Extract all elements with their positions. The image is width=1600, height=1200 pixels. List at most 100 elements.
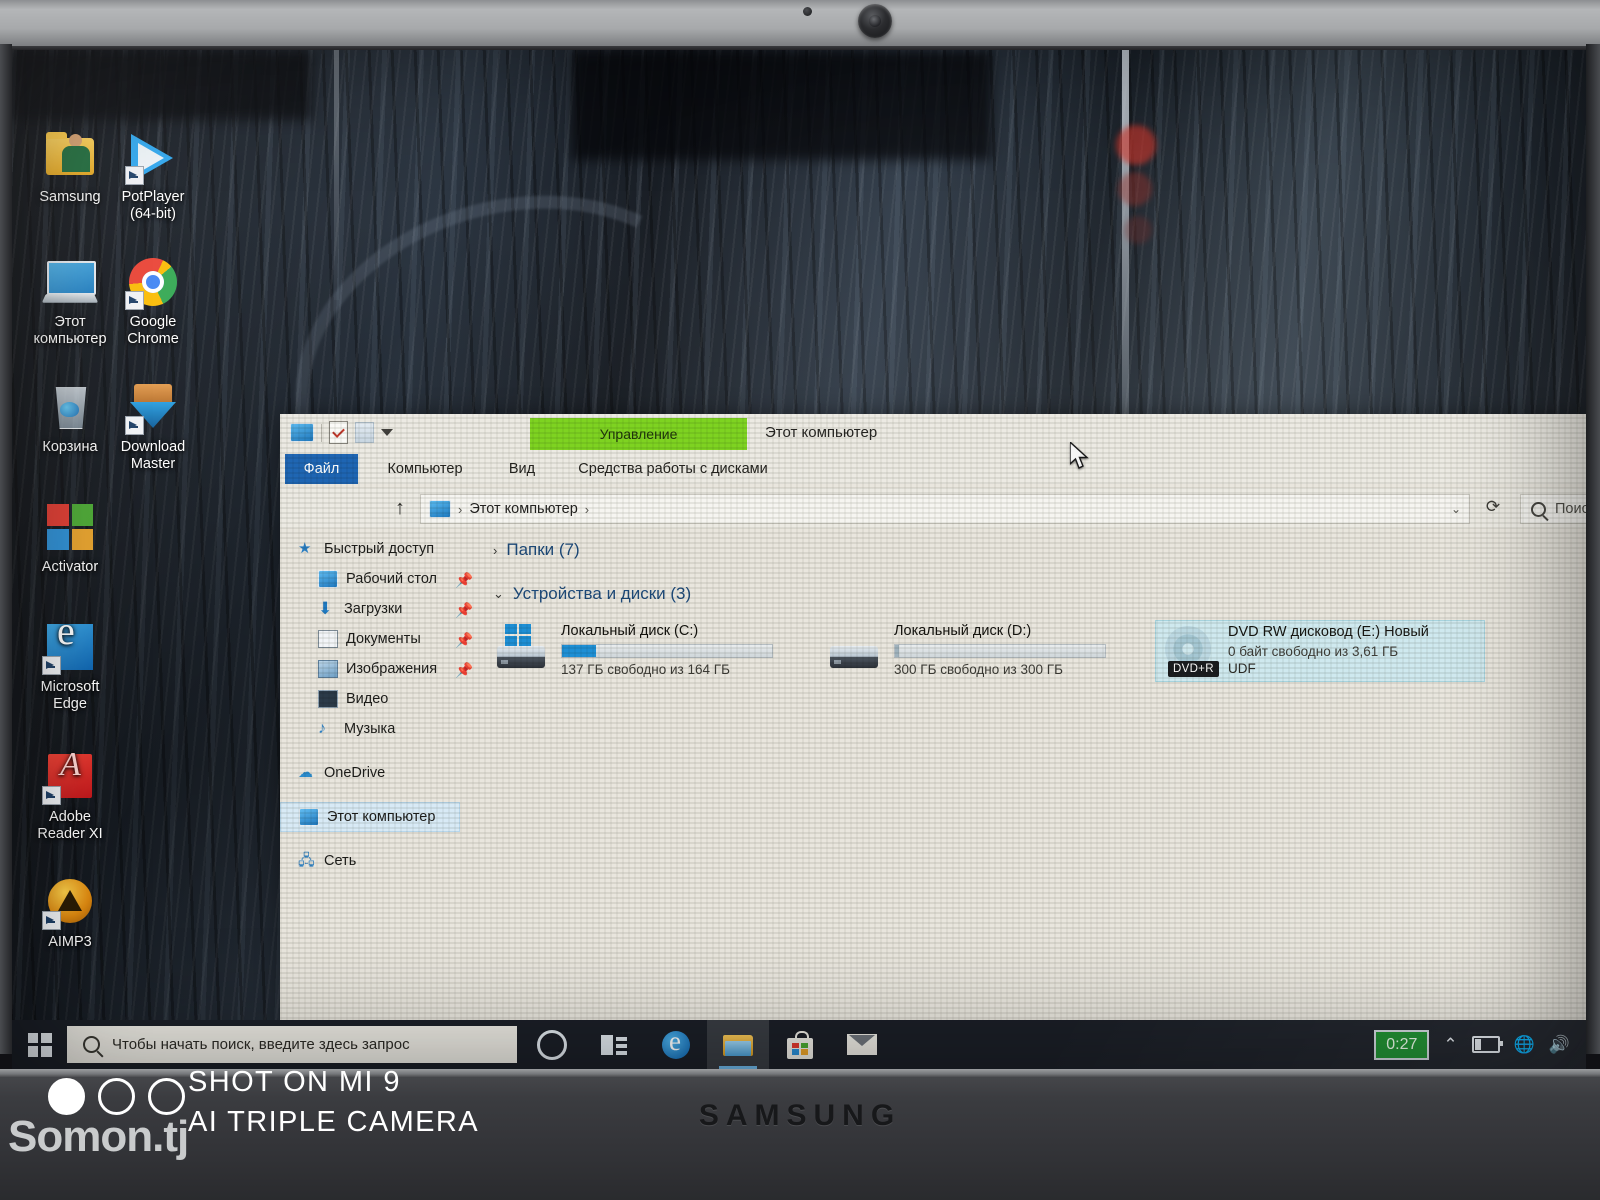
group-header-folders[interactable]: › Папки (7)	[485, 534, 1586, 566]
sidebar-item-label: Музыка	[344, 721, 396, 737]
edge-icon	[662, 1026, 690, 1059]
desktop-icon-label: Adobe	[49, 809, 91, 825]
downloads-icon: ⬇	[318, 599, 333, 618]
taskbar-store-button[interactable]	[769, 1020, 831, 1069]
pin-icon[interactable]: 📌	[455, 662, 473, 679]
desktop-icon-chrome[interactable]: Google Chrome	[100, 255, 206, 348]
taskbar-task-view-button[interactable]	[583, 1020, 645, 1069]
tab-file[interactable]: Файл	[285, 454, 358, 484]
panel-icon[interactable]	[355, 422, 374, 443]
tab-drive-tools[interactable]: Средства работы с дисками	[562, 454, 784, 484]
sidebar-item-label: Этот компьютер	[327, 809, 436, 825]
taskbar-cortana-button[interactable]	[521, 1020, 583, 1069]
drive-item-e-dvd[interactable]: DVD+R DVD RW дисковод (E:) Новый 0 байт …	[1155, 620, 1485, 682]
address-bar-row[interactable]: ↑ › Этот компьютер › ⌄ ⟳ Поиск: Этот ком…	[280, 488, 1586, 528]
chevron-down-icon[interactable]: ⌄	[1451, 502, 1461, 516]
tab-computer[interactable]: Компьютер	[370, 454, 480, 484]
chrome-icon	[125, 255, 180, 310]
sidebar-item-pictures[interactable]: Изображения 📌	[280, 654, 480, 684]
drive-usage-bar	[561, 644, 773, 658]
sidebar-item-music[interactable]: ♪ Музыка	[280, 714, 480, 744]
clock[interactable]: 0:27	[1374, 1029, 1430, 1060]
breadcrumb[interactable]: › Этот компьютер › ⌄	[420, 494, 1470, 524]
desktop-icon-label: Activator	[41, 559, 99, 575]
explorer-title-bar[interactable]: Управление Этот компьютер	[280, 414, 1586, 454]
chevron-down-icon[interactable]: ⌄	[493, 586, 504, 602]
recycle-bin-icon	[43, 380, 97, 434]
sidebar-item-network[interactable]: 🖧 Сеть	[280, 846, 480, 876]
drive-usage-bar	[894, 644, 1106, 658]
desktop-icon-label-2: Reader XI	[37, 826, 103, 842]
sidebar-item-label: Сеть	[324, 853, 357, 869]
pin-icon[interactable]: 📌	[455, 632, 473, 649]
search-input[interactable]: Поиск: Этот компьютер	[1520, 494, 1586, 524]
onedrive-icon: ☁	[298, 764, 313, 781]
drive-name: Локальный диск (D:)	[894, 623, 1032, 639]
sidebar-item-label: Изображения	[346, 661, 438, 677]
sidebar-item-documents[interactable]: Документы 📌	[280, 624, 480, 654]
breadcrumb-separator-2[interactable]: ›	[585, 502, 589, 517]
desktop-icon-aimp3[interactable]: AIMP3	[17, 875, 123, 951]
desktop-icon-activator[interactable]: Activator	[17, 500, 123, 576]
tab-view[interactable]: Вид	[492, 454, 552, 484]
edge-icon	[42, 620, 97, 675]
battery-icon[interactable]	[1471, 1036, 1503, 1053]
up-button[interactable]: ↑	[388, 496, 412, 520]
tab-label: Файл	[303, 461, 340, 477]
media-type-badge: DVD+R	[1168, 661, 1219, 677]
sidebar-item-videos[interactable]: Видео	[280, 684, 480, 714]
breadcrumb-item[interactable]: Этот компьютер	[469, 501, 577, 517]
site-watermark: Somon.tj	[8, 1112, 189, 1161]
documents-icon	[318, 630, 338, 648]
navigation-pane[interactable]: ★ Быстрый доступ Рабочий стол 📌 ⬇ Загруз…	[280, 534, 480, 1059]
properties-icon[interactable]	[329, 421, 348, 444]
drive-item-d[interactable]: Локальный диск (D:) 300 ГБ свободно из 3…	[822, 620, 1155, 682]
this-pc-icon[interactable]	[290, 423, 314, 442]
network-icon[interactable]: 🌐	[1514, 1035, 1535, 1055]
desktop-icon-potplayer[interactable]: PotPlayer (64-bit)	[100, 130, 206, 223]
sidebar-item-onedrive[interactable]: ☁ OneDrive	[280, 758, 480, 788]
sidebar-item-quick-access[interactable]: ★ Быстрый доступ	[280, 534, 480, 564]
folder-icon	[43, 130, 97, 184]
refresh-button[interactable]: ⟳	[1480, 497, 1506, 521]
microsoft-store-icon	[787, 1030, 813, 1059]
pin-icon[interactable]: 📌	[455, 602, 473, 619]
tab-label: Компьютер	[387, 461, 463, 477]
network-icon: 🖧	[298, 852, 315, 869]
drive-item-c[interactable]: Локальный диск (C:) 137 ГБ свободно из 1…	[489, 620, 822, 682]
taskbar-edge-button[interactable]	[645, 1020, 707, 1069]
desktop-icon-download-master[interactable]: Download Master	[100, 380, 206, 473]
start-button[interactable]	[12, 1020, 67, 1069]
desktop-icon-edge[interactable]: Microsoft Edge	[17, 620, 123, 713]
contextual-tab-label: Управление	[599, 426, 678, 442]
webcam-icon	[858, 4, 892, 38]
desktop-icon	[318, 570, 338, 588]
taskbar-search-placeholder: Чтобы начать поиск, введите здесь запрос	[112, 1036, 410, 1053]
chevron-down-icon[interactable]	[381, 429, 393, 436]
watermark-line-2: AI TRIPLE CAMERA	[188, 1106, 479, 1138]
sidebar-item-downloads[interactable]: ⬇ Загрузки 📌	[280, 594, 480, 624]
taskbar-file-explorer-button[interactable]	[707, 1020, 769, 1069]
quick-access-toolbar[interactable]	[290, 421, 393, 444]
window-title: Этот компьютер	[765, 424, 878, 441]
chevron-up-icon[interactable]: ⌃	[1443, 1035, 1457, 1055]
sidebar-item-desktop[interactable]: Рабочий стол 📌	[280, 564, 480, 594]
contextual-tab-manage[interactable]: Управление	[530, 418, 747, 450]
chevron-right-icon[interactable]: ›	[493, 543, 497, 558]
laptop-left-bezel	[0, 44, 12, 1054]
file-explorer-window[interactable]: Управление Этот компьютер Файл Компьютер…	[280, 414, 1586, 1059]
system-tray[interactable]: 0:27 ⌃ 🌐 🔊	[1374, 1029, 1586, 1060]
laptop-screen: Samsung PotPlayer (64-bit) Этот компьюте…	[12, 50, 1586, 1069]
sidebar-item-this-pc[interactable]: Этот компьютер	[280, 802, 460, 832]
desktop-icon-label: Download	[120, 439, 186, 455]
pin-icon[interactable]: 📌	[455, 572, 473, 589]
desktop-icon-adobe-reader[interactable]: Adobe Reader XI	[17, 750, 123, 843]
hdd-windows-icon	[495, 620, 551, 676]
laptop-top-bezel	[0, 0, 1600, 52]
group-header-devices[interactable]: ⌄ Устройства и диски (3)	[485, 578, 1586, 610]
content-pane[interactable]: › Папки (7) ⌄ Устройства и диски (3) Лок…	[485, 534, 1586, 1059]
taskbar-mail-button[interactable]	[831, 1020, 893, 1069]
ribbon-tab-bar[interactable]: Файл Компьютер Вид Средства работы с дис…	[280, 454, 1586, 484]
volume-icon[interactable]: 🔊	[1549, 1035, 1570, 1055]
taskbar-search-input[interactable]: Чтобы начать поиск, введите здесь запрос	[67, 1026, 517, 1063]
